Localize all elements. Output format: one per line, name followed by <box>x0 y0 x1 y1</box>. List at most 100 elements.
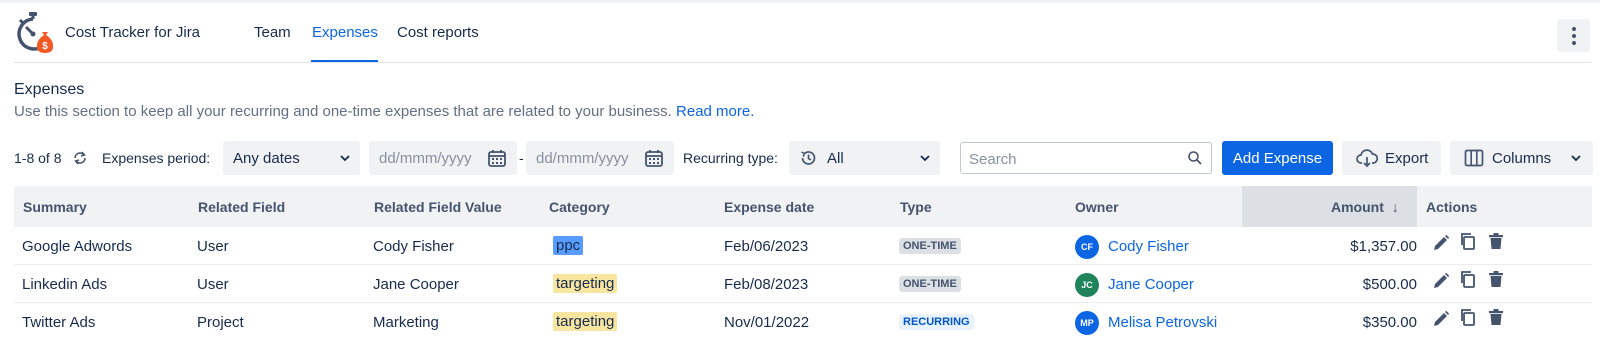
recurring-type-select[interactable]: All <box>789 141 940 175</box>
owner-link[interactable]: Melisa Petrovski <box>1108 314 1217 331</box>
description-text: Use this section to keep all your recurr… <box>14 103 672 120</box>
history-icon <box>801 151 816 165</box>
add-expense-button[interactable]: Add Expense <box>1222 141 1333 175</box>
cell-summary: Google Adwords <box>22 238 133 255</box>
cell-summary: Linkedin Ads <box>22 276 108 293</box>
export-label: Export <box>1385 150 1429 167</box>
column-header-related-field[interactable]: Related Field <box>198 199 285 215</box>
table-header: Summary Related Field Related Field Valu… <box>14 186 1592 227</box>
more-dot <box>1571 33 1576 38</box>
date-from-placeholder: dd/mmm/yyyy <box>379 150 472 167</box>
tab-team[interactable]: Team <box>254 24 291 41</box>
columns-icon <box>1464 149 1484 167</box>
copy-icon[interactable] <box>1459 270 1477 288</box>
search-input[interactable]: Search <box>960 142 1212 174</box>
expenses-period-select[interactable]: Any dates <box>223 141 360 175</box>
tab-cost-reports[interactable]: Cost reports <box>397 24 479 41</box>
pencil-icon[interactable] <box>1432 272 1450 290</box>
trash-icon[interactable] <box>1487 232 1505 250</box>
cell-related-field-value: Cody Fisher <box>373 238 454 255</box>
svg-text:$: $ <box>42 41 48 52</box>
more-options-button[interactable] <box>1557 19 1590 52</box>
column-header-owner[interactable]: Owner <box>1075 199 1119 215</box>
date-separator: - <box>519 150 524 166</box>
pencil-icon[interactable] <box>1432 310 1450 328</box>
chevron-down-icon <box>1571 155 1581 162</box>
calendar-icon[interactable] <box>487 148 507 168</box>
expenses-period-value: Any dates <box>233 150 300 167</box>
copy-icon[interactable] <box>1459 308 1477 326</box>
count-range: 1-8 <box>14 150 35 166</box>
columns-button[interactable]: Columns <box>1450 141 1593 175</box>
cell-related-field: User <box>197 238 229 255</box>
cell-related-field-value: Marketing <box>373 314 439 331</box>
cell-amount: $350.00 <box>1362 314 1417 331</box>
cell-related-field: User <box>197 276 229 293</box>
table-row[interactable]: Linkedin Ads User Jane Cooper targeting Feb/… <box>14 265 1592 303</box>
cell-amount: $1,357.00 <box>1350 238 1417 255</box>
top-border <box>0 0 1600 3</box>
pencil-icon[interactable] <box>1432 234 1450 252</box>
cloud-download-icon <box>1356 149 1378 168</box>
chevron-down-icon <box>340 155 350 162</box>
type-lozenge: ONE-TIME <box>899 238 961 254</box>
date-to-placeholder: dd/mmm/yyyy <box>536 150 629 167</box>
recurring-type-value: All <box>827 150 844 167</box>
cell-related-field-value: Jane Cooper <box>373 276 459 293</box>
pagination-count: 1-8 of 8 <box>14 150 62 166</box>
columns-label: Columns <box>1492 150 1552 167</box>
type-lozenge: ONE-TIME <box>899 276 961 292</box>
more-dot <box>1571 40 1576 45</box>
cell-expense-date: Nov/01/2022 <box>724 314 810 331</box>
copy-icon[interactable] <box>1459 232 1477 250</box>
export-button[interactable]: Export <box>1342 141 1441 175</box>
column-header-expense-date[interactable]: Expense date <box>724 199 814 215</box>
refresh-icon[interactable] <box>72 150 88 166</box>
column-header-actions: Actions <box>1426 199 1478 215</box>
column-header-amount[interactable]: Amount ↓ <box>1331 199 1399 215</box>
owner-link[interactable]: Jane Cooper <box>1108 276 1194 293</box>
column-header-category[interactable]: Category <box>549 199 610 215</box>
app-title: Cost Tracker for Jira <box>65 24 201 41</box>
table-row[interactable]: Twitter Ads Project Marketing targeting Nov/… <box>14 303 1592 340</box>
sort-arrow-icon: ↓ <box>1391 199 1399 215</box>
type-lozenge: RECURRING <box>899 314 974 330</box>
stopwatch-money-bag-icon: $ <box>17 12 54 53</box>
cell-amount: $500.00 <box>1362 276 1417 293</box>
cell-expense-date: Feb/06/2023 <box>724 238 809 255</box>
tab-expenses[interactable]: Expenses <box>312 24 378 41</box>
owner-link[interactable]: Cody Fisher <box>1108 238 1189 255</box>
date-from-field[interactable]: dd/mmm/yyyy <box>369 141 517 175</box>
column-header-related-field-value[interactable]: Related Field Value <box>374 199 502 215</box>
category-tag: targeting <box>553 274 618 293</box>
date-to-field[interactable]: dd/mmm/yyyy <box>526 141 674 175</box>
cell-expense-date: Feb/08/2023 <box>724 276 809 293</box>
amount-header-label: Amount <box>1331 199 1384 215</box>
app-header: $ Cost Tracker for Jira Team Expenses Co… <box>0 4 1600 63</box>
trash-icon[interactable] <box>1487 270 1505 288</box>
cell-related-field: Project <box>197 314 244 331</box>
recurring-type-label: Recurring type: <box>683 150 778 166</box>
count-total: 8 <box>53 150 62 166</box>
table-row[interactable]: Google Adwords User Cody Fisher ppc Feb/06/2… <box>14 227 1592 265</box>
calendar-icon[interactable] <box>644 148 664 168</box>
trash-icon[interactable] <box>1487 308 1505 326</box>
cell-summary: Twitter Ads <box>22 314 96 331</box>
search-icon <box>1188 151 1202 165</box>
category-tag: ppc <box>553 236 584 255</box>
header-divider <box>14 62 1592 63</box>
avatar[interactable]: JC <box>1075 273 1099 297</box>
page-description: Use this section to keep all your recurr… <box>14 103 754 120</box>
read-more-link[interactable]: Read more. <box>676 103 754 120</box>
column-header-type[interactable]: Type <box>900 199 932 215</box>
page-title: Expenses <box>14 81 85 98</box>
avatar[interactable]: CF <box>1075 235 1099 259</box>
count-of: of <box>38 150 50 166</box>
expenses-period-label: Expenses period: <box>102 150 211 166</box>
search-placeholder: Search <box>969 151 1017 168</box>
chevron-down-icon <box>920 155 930 162</box>
more-vertical-icon <box>1571 26 1576 31</box>
avatar[interactable]: MP <box>1075 311 1099 335</box>
column-header-summary[interactable]: Summary <box>23 199 87 215</box>
category-tag: targeting <box>553 312 618 331</box>
